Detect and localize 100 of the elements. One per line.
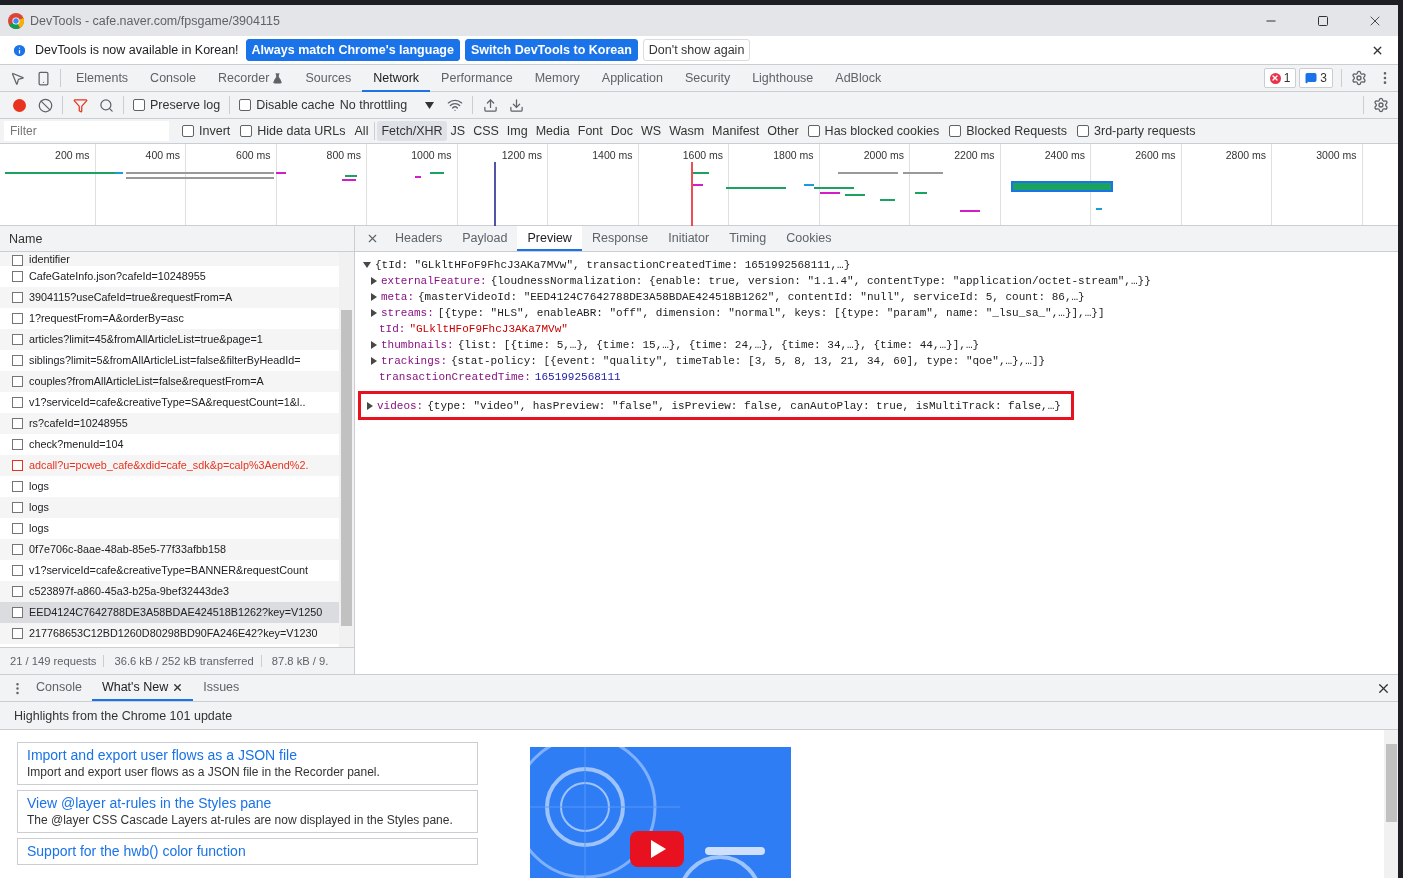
detail-tab[interactable]: Headers (385, 226, 453, 251)
panel-tab[interactable]: Console (139, 66, 207, 92)
type-filter[interactable]: Media (531, 121, 574, 141)
feature-link[interactable]: Import and export user flows as a JSON file (27, 747, 468, 763)
error-count[interactable]: 1 (1263, 68, 1297, 88)
panel-tab[interactable]: Sources (294, 66, 363, 92)
column-header[interactable]: Name (9, 231, 43, 246)
checkbox-box[interactable] (1077, 125, 1090, 137)
expand-icon[interactable] (371, 309, 377, 317)
row-checkbox[interactable] (12, 523, 23, 534)
scrollbar[interactable] (1384, 730, 1398, 878)
message-count[interactable]: 3 (1299, 68, 1333, 88)
panel-tab[interactable]: Performance (430, 66, 524, 92)
scrollbar[interactable] (339, 252, 354, 647)
panel-tab[interactable]: Elements (65, 66, 140, 92)
type-filter[interactable]: Manifest (708, 121, 764, 141)
request-row[interactable]: 217768653C12BD1260D80298BD90FA246E42?key=V1230 (0, 623, 339, 644)
row-checkbox[interactable] (12, 292, 23, 303)
close-icon[interactable] (172, 681, 184, 693)
request-row[interactable]: identifier (0, 252, 339, 266)
filter-field[interactable]: Filter (4, 121, 169, 141)
drawer-tab[interactable]: Issues (193, 675, 250, 701)
checkbox-box[interactable] (239, 99, 252, 111)
panel-tab[interactable]: Application (590, 66, 674, 92)
info-button[interactable]: Switch DevTools to Korean (464, 39, 638, 61)
request-row[interactable]: EED4124C7642788DE3A58BDAE424518B1262?key=V1250 (0, 602, 339, 623)
expand-icon[interactable] (371, 357, 377, 365)
maximize-icon[interactable] (1317, 14, 1329, 27)
detail-tab[interactable]: Payload (452, 226, 518, 251)
row-checkbox[interactable] (12, 313, 23, 324)
type-filter[interactable]: Font (573, 121, 607, 141)
type-filter[interactable]: Doc (606, 121, 637, 141)
row-checkbox[interactable] (12, 334, 23, 345)
checkbox[interactable]: Invert (182, 124, 231, 138)
request-name: 3904115?useCafeId=true&requestFrom=A (29, 291, 233, 304)
checkbox-label: Preserve log (150, 98, 221, 112)
expand-icon[interactable] (363, 262, 371, 268)
row-checkbox[interactable] (12, 376, 23, 387)
checkbox-box[interactable] (807, 125, 820, 137)
throttling-select[interactable]: No throttling (339, 98, 435, 112)
message-icon (1305, 72, 1318, 84)
request-name: CafeGateInfo.json?cafeId=10248955 (29, 270, 206, 283)
row-checkbox[interactable] (12, 544, 23, 555)
panel-tab[interactable]: Lighthouse (741, 66, 825, 92)
type-filter[interactable]: Wasm (665, 121, 709, 141)
detail-tab[interactable]: Cookies (776, 226, 842, 251)
checkbox-box[interactable] (182, 125, 194, 137)
checkbox[interactable]: Preserve log (133, 98, 221, 112)
panel-tab[interactable]: Memory (523, 66, 591, 92)
row-checkbox[interactable] (12, 628, 23, 639)
panel-tab[interactable]: Security (674, 66, 742, 92)
request-row[interactable]: rs?cafeId=10248955 (0, 413, 339, 434)
row-checkbox[interactable] (12, 607, 23, 618)
detail-tab[interactable]: Initiator (658, 226, 720, 251)
detail-tab[interactable]: Preview (517, 226, 582, 251)
detail-tab[interactable]: Timing (719, 226, 777, 251)
type-filter[interactable]: CSS (469, 121, 503, 141)
expand-icon[interactable] (371, 293, 377, 301)
request-row[interactable]: 0f7e706c-8aae-48ab-85e5-77f33afbb158 (0, 539, 339, 560)
drawer-tab[interactable]: Console (26, 675, 92, 701)
checkbox[interactable]: Disable cache (239, 98, 335, 112)
row-checkbox[interactable] (12, 460, 23, 471)
row-checkbox[interactable] (12, 586, 23, 597)
row-checkbox[interactable] (12, 439, 23, 450)
info-button[interactable]: Don't show again (642, 39, 751, 61)
expand-icon[interactable] (371, 277, 377, 285)
request-row[interactable]: 3904115?useCafeId=true&requestFrom=A (0, 287, 339, 308)
type-filter[interactable]: Img (502, 121, 532, 141)
request-name: 217768653C12BD1260D80298BD90FA246E42?key=V1230 (29, 627, 318, 640)
type-filter[interactable]: Other (763, 121, 803, 141)
row-checkbox[interactable] (12, 418, 23, 429)
panel-tab[interactable]: AdBlock (824, 66, 893, 92)
type-filter[interactable]: JS (446, 121, 470, 141)
row-checkbox[interactable] (12, 565, 23, 576)
checkbox-box[interactable] (133, 99, 145, 111)
feature-link[interactable]: View @layer at-rules in the Styles pane (27, 795, 468, 811)
checkbox-box[interactable] (949, 125, 962, 137)
panel-tab[interactable]: Recorder (207, 66, 295, 92)
expand-icon[interactable] (371, 341, 377, 349)
detail-tab[interactable]: Response (581, 226, 659, 251)
request-row[interactable]: couples?fromAllArticleList=false&requestFrom=A (0, 371, 339, 392)
info-button[interactable]: Always match Chrome's language (245, 39, 460, 61)
row-checkbox[interactable] (12, 481, 23, 492)
request-row[interactable]: c523897f-a860-45a3-b25a-9bef32443de3 (0, 581, 339, 602)
type-filter[interactable]: All (350, 121, 373, 141)
row-checkbox[interactable] (12, 397, 23, 408)
expand-icon[interactable] (367, 401, 373, 410)
checkbox-box[interactable] (240, 125, 253, 137)
row-checkbox[interactable] (12, 271, 23, 282)
type-filter[interactable]: Fetch/XHR (377, 121, 447, 141)
row-checkbox[interactable] (12, 355, 23, 366)
checkbox[interactable]: Hide data URLs (240, 124, 346, 138)
request-name: v1?serviceId=cafe&creativeType=BANNER&requestCount (29, 564, 309, 577)
request-row[interactable]: articles?limit=45&fromAllArticleList=true&page=1 (0, 329, 339, 350)
request-row[interactable]: adcall?u=pcweb_cafe&xdid=cafe_sdk&p=calp%3Aend%2. (0, 455, 339, 476)
feature-link[interactable]: Support for the hwb() color function (27, 843, 468, 859)
row-checkbox[interactable] (12, 255, 23, 266)
request-row[interactable]: logs (0, 497, 339, 518)
type-filter[interactable]: WS (637, 121, 666, 141)
row-checkbox[interactable] (12, 502, 23, 513)
